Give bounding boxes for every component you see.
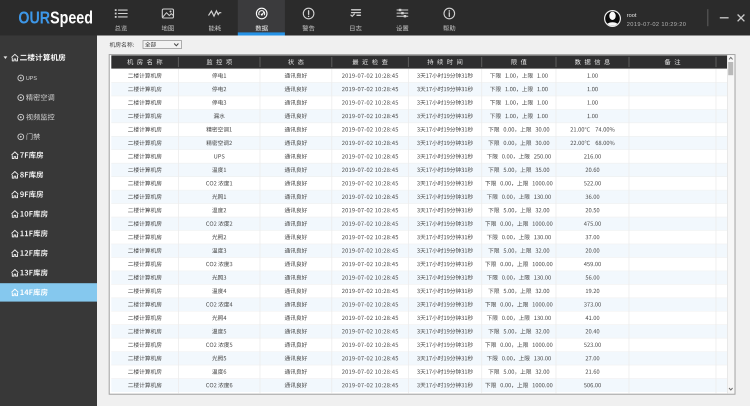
- svg-text:2019-07-02 10:29:20: 2019-07-02 10:29:20: [627, 22, 686, 28]
- svg-text:UPS: UPS: [26, 76, 37, 82]
- svg-text:root: root: [627, 13, 637, 19]
- svg-text:OURSpeed: OURSpeed: [18, 9, 93, 27]
